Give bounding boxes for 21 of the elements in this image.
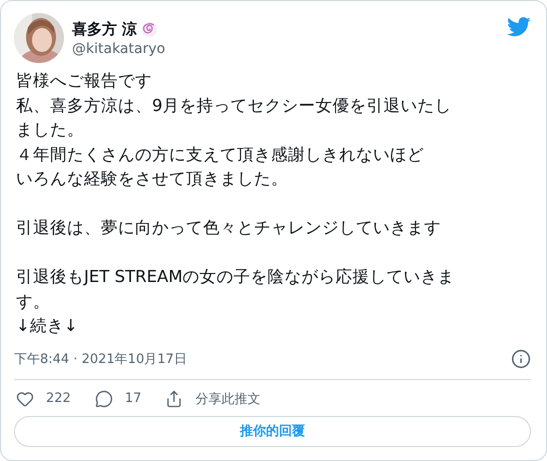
- heart-icon: [16, 390, 34, 408]
- tweet-text-line: いろんな経験をさせて頂きました。: [16, 168, 289, 190]
- author-handle[interactable]: @kitakataryo: [72, 40, 499, 56]
- speech-bubble-icon: [94, 390, 113, 408]
- tweet-text-line: ました。: [16, 119, 85, 141]
- tweet-text-line: す。: [16, 290, 51, 312]
- like-button[interactable]: 222: [16, 390, 71, 408]
- author-name[interactable]: 喜多方 涼: [72, 20, 138, 38]
- share-button[interactable]: 分享此推文: [165, 390, 260, 408]
- info-icon[interactable]: [511, 348, 531, 368]
- tweet-text-line: ４年間たくさんの方に支えて頂き感謝しきれないほど: [16, 144, 425, 166]
- reply-count-button[interactable]: 17: [94, 390, 142, 408]
- upload-icon: [165, 390, 184, 408]
- timestamp[interactable]: 下午8:44 · 2021年10月17日: [14, 350, 187, 368]
- spiral-icon: [141, 20, 158, 38]
- tweet-text-line: ↓続き↓: [16, 315, 79, 337]
- tweet-text-line: 私、喜多方涼は、9月を持ってセクシー女優を引退いたし: [16, 94, 452, 116]
- bird-icon[interactable]: [507, 17, 531, 37]
- tweet-text-line: 引退後もJET STREAMの女の子を陰ながら応援していきま: [16, 266, 456, 288]
- tweet-text-line: 皆様へご報告です: [16, 70, 153, 92]
- tweet-text-line: 引退後は、夢に向かって色々とチャレンジしていきます: [16, 217, 442, 239]
